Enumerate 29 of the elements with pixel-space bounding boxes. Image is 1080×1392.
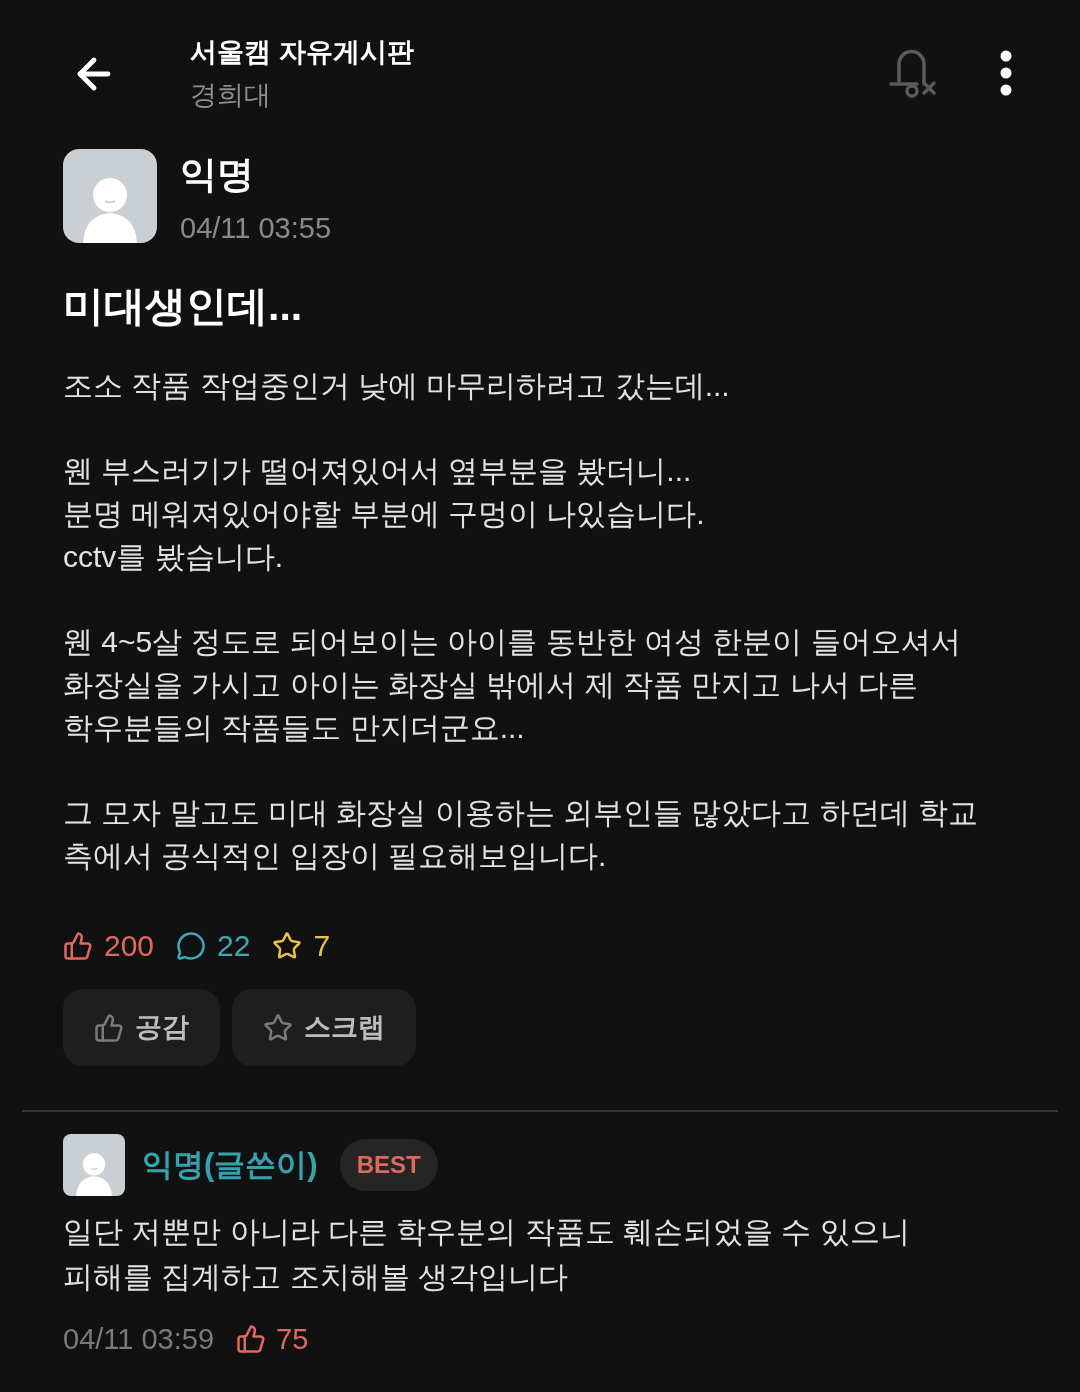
avatar-icon <box>63 1134 125 1196</box>
best-badge: BEST <box>339 1139 438 1191</box>
post-title: 미대생인데... <box>63 282 303 331</box>
school-name: 경희대 <box>190 79 271 112</box>
post-paragraph: 웬 부스러기가 떨어져있어서 옆부분을 봤더니... 분명 메워져있어야할 부분에 구멍이 나있습니다. cctv를 봤습니다. <box>63 453 705 575</box>
star-icon <box>263 1012 293 1043</box>
comment-like-count: 75 <box>276 1322 309 1357</box>
scrap-button[interactable]: 스크랩 <box>232 989 416 1066</box>
bell-muted-icon[interactable] <box>888 47 938 99</box>
board-title: 서울캠 자유게시판 <box>190 36 414 69</box>
author-name: 익명 <box>180 153 254 197</box>
scrap-count: 7 <box>313 928 331 964</box>
like-button[interactable]: 공감 <box>63 989 220 1066</box>
more-options-icon[interactable] <box>1000 50 1012 96</box>
thumbs-up-icon <box>236 1324 267 1354</box>
post-paragraph: 그 모자 말고도 미대 화장실 이용하는 외부인들 많았다고 하던데 학교 측에서 공식적인 입장이 필요해보입니다. <box>63 795 978 874</box>
thumbs-up-icon <box>94 1012 124 1043</box>
comment-count: 22 <box>217 928 251 964</box>
comment-text: 일단 저뿐만 아니라 다른 학우분의 작품도 훼손되었을 수 있으니 피해를 집계하고 조치해볼 생각입니다 <box>63 1214 910 1295</box>
avatar-icon <box>63 149 157 243</box>
speech-bubble-icon <box>176 931 207 961</box>
post-paragraph: 조소 작품 작업중인거 낮에 마무리하려고 갔는데... <box>63 368 730 404</box>
post-paragraph: 웬 4~5살 정도로 되어보이는 아이를 동반한 여성 한분이 들어오셔서 화장실을 가시고 아이는 화장실 밖에서 제 작품 만지고 나서 다른 학우분들의 작품들도 만지더군요... <box>63 624 961 746</box>
post-time: 04/11 03:55 <box>180 211 332 246</box>
star-icon <box>272 931 303 961</box>
comment-time: 04/11 03:59 <box>63 1322 215 1357</box>
like-count: 200 <box>104 928 155 964</box>
commenter-name: 익명(글쓴이) <box>142 1146 318 1184</box>
thumbs-up-icon <box>63 931 93 961</box>
